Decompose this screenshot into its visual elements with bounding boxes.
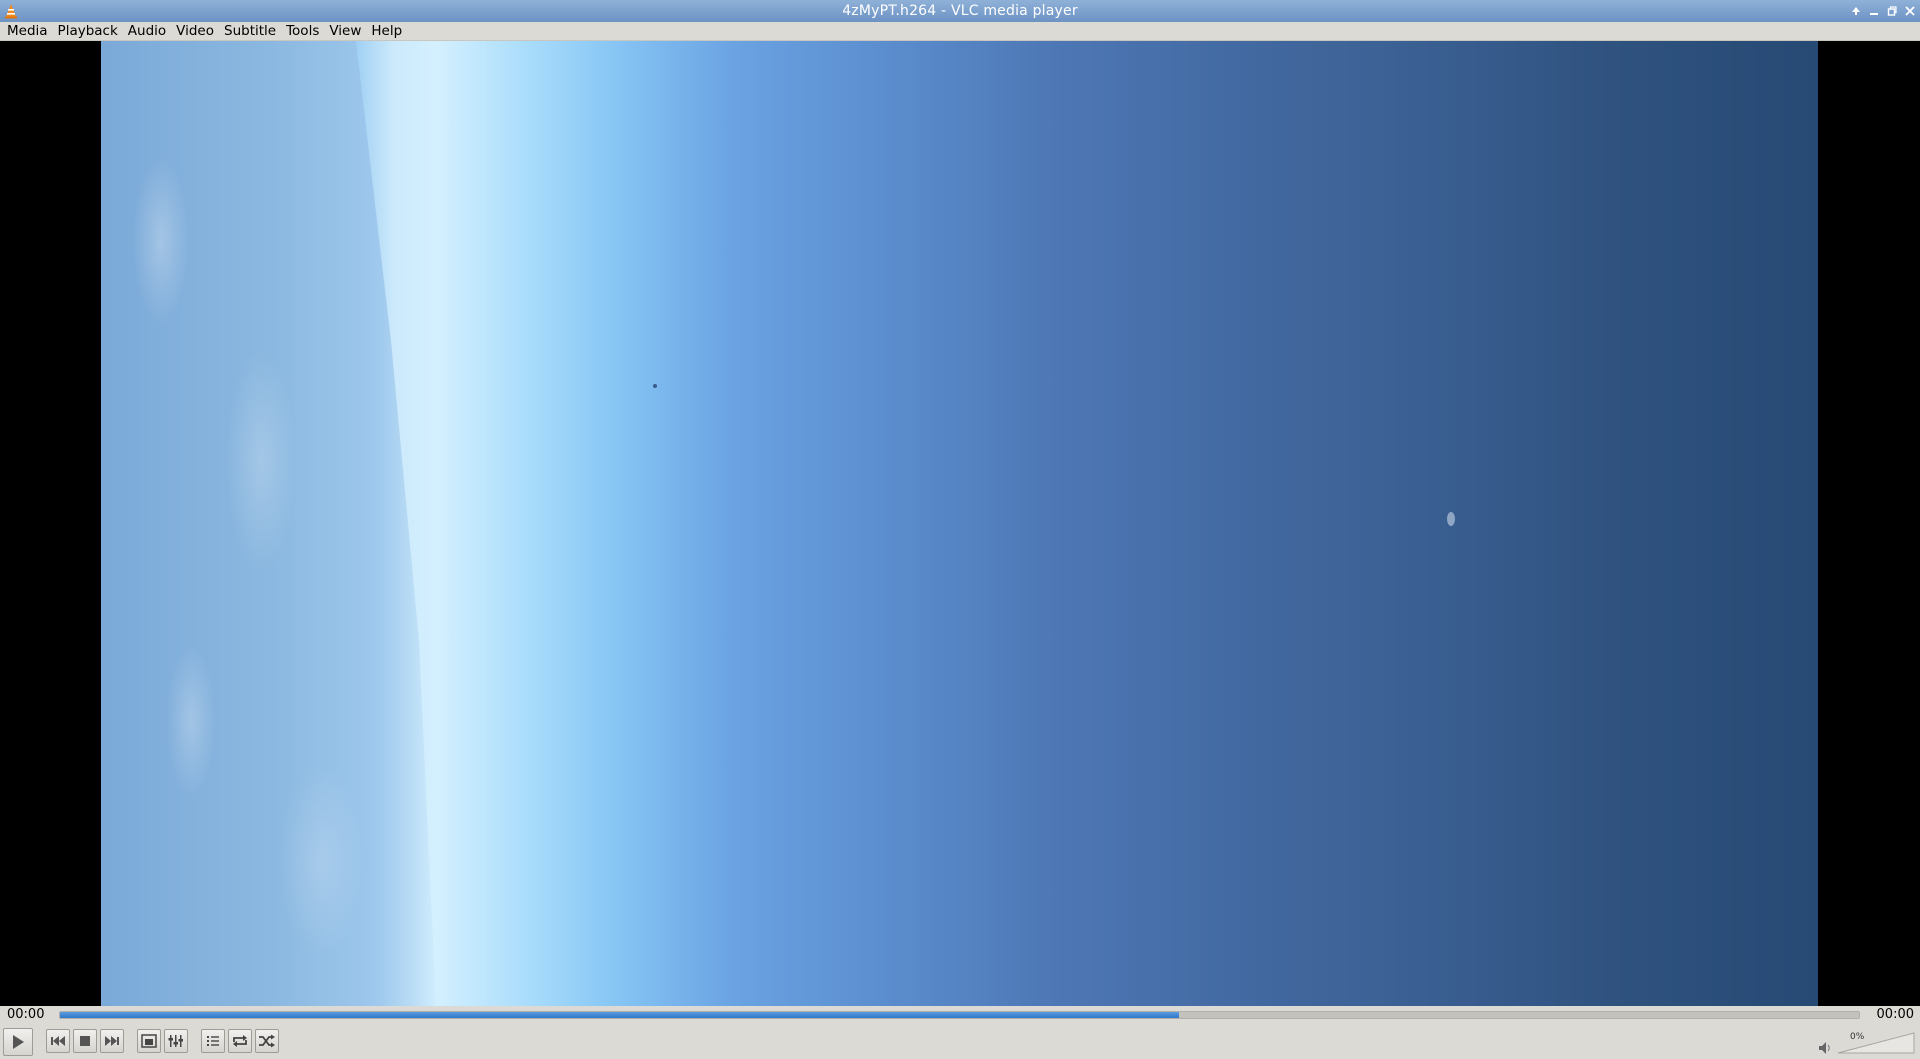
menu-tools[interactable]: Tools <box>281 22 324 41</box>
vlc-cone-icon <box>5 4 17 19</box>
shuffle-icon <box>259 1034 275 1048</box>
next-button[interactable] <box>100 1029 124 1053</box>
fullscreen-icon <box>141 1034 157 1048</box>
seek-bar[interactable] <box>59 1011 1860 1019</box>
video-area[interactable] <box>0 41 1920 1006</box>
menu-help[interactable]: Help <box>366 22 407 41</box>
loop-button[interactable] <box>228 1029 252 1053</box>
close-icon[interactable] <box>1901 2 1919 20</box>
next-icon <box>105 1036 119 1046</box>
seek-row: 00:00 00:00 <box>0 1006 1920 1024</box>
shuffle-button[interactable] <box>255 1029 279 1053</box>
menu-video[interactable]: Video <box>171 22 219 41</box>
previous-icon <box>51 1036 65 1046</box>
window-titlebar[interactable]: 4zMyPT.h264 - VLC media player <box>0 0 1920 22</box>
video-frame <box>101 41 1818 1006</box>
previous-button[interactable] <box>46 1029 70 1053</box>
video-object <box>1447 512 1455 526</box>
play-button[interactable] <box>3 1028 33 1056</box>
extended-settings-icon <box>168 1035 183 1047</box>
video-speck <box>653 384 657 388</box>
loop-icon <box>233 1035 247 1047</box>
volume-percent: 0% <box>1850 1032 1865 1042</box>
stop-icon <box>80 1036 90 1046</box>
menu-subtitle[interactable]: Subtitle <box>219 22 281 41</box>
extended-settings-button[interactable] <box>164 1029 188 1053</box>
maximize-icon[interactable] <box>1883 2 1901 20</box>
total-time: 00:00 <box>1876 1007 1914 1022</box>
fullscreen-button[interactable] <box>137 1029 161 1053</box>
menu-audio[interactable]: Audio <box>123 22 171 41</box>
menu-playback[interactable]: Playback <box>53 22 123 41</box>
menu-bar: Media Playback Audio Video Subtitle Tool… <box>0 22 1920 41</box>
menu-media[interactable]: Media <box>2 22 53 41</box>
minimize-icon[interactable] <box>1865 2 1883 20</box>
elapsed-time: 00:00 <box>7 1007 45 1022</box>
stop-button[interactable] <box>73 1029 97 1053</box>
earth-surface <box>101 41 436 1006</box>
controls-bar <box>0 1024 1920 1059</box>
window-title: 4zMyPT.h264 - VLC media player <box>842 3 1078 19</box>
playlist-icon <box>207 1036 219 1046</box>
speaker-icon[interactable] <box>1818 1041 1834 1055</box>
playlist-button[interactable] <box>201 1029 225 1053</box>
up-arrow-icon[interactable] <box>1847 2 1865 20</box>
play-icon <box>13 1035 24 1049</box>
menu-view[interactable]: View <box>324 22 366 41</box>
seek-bar-fill <box>60 1012 1179 1018</box>
volume-slider[interactable] <box>1836 1031 1916 1055</box>
